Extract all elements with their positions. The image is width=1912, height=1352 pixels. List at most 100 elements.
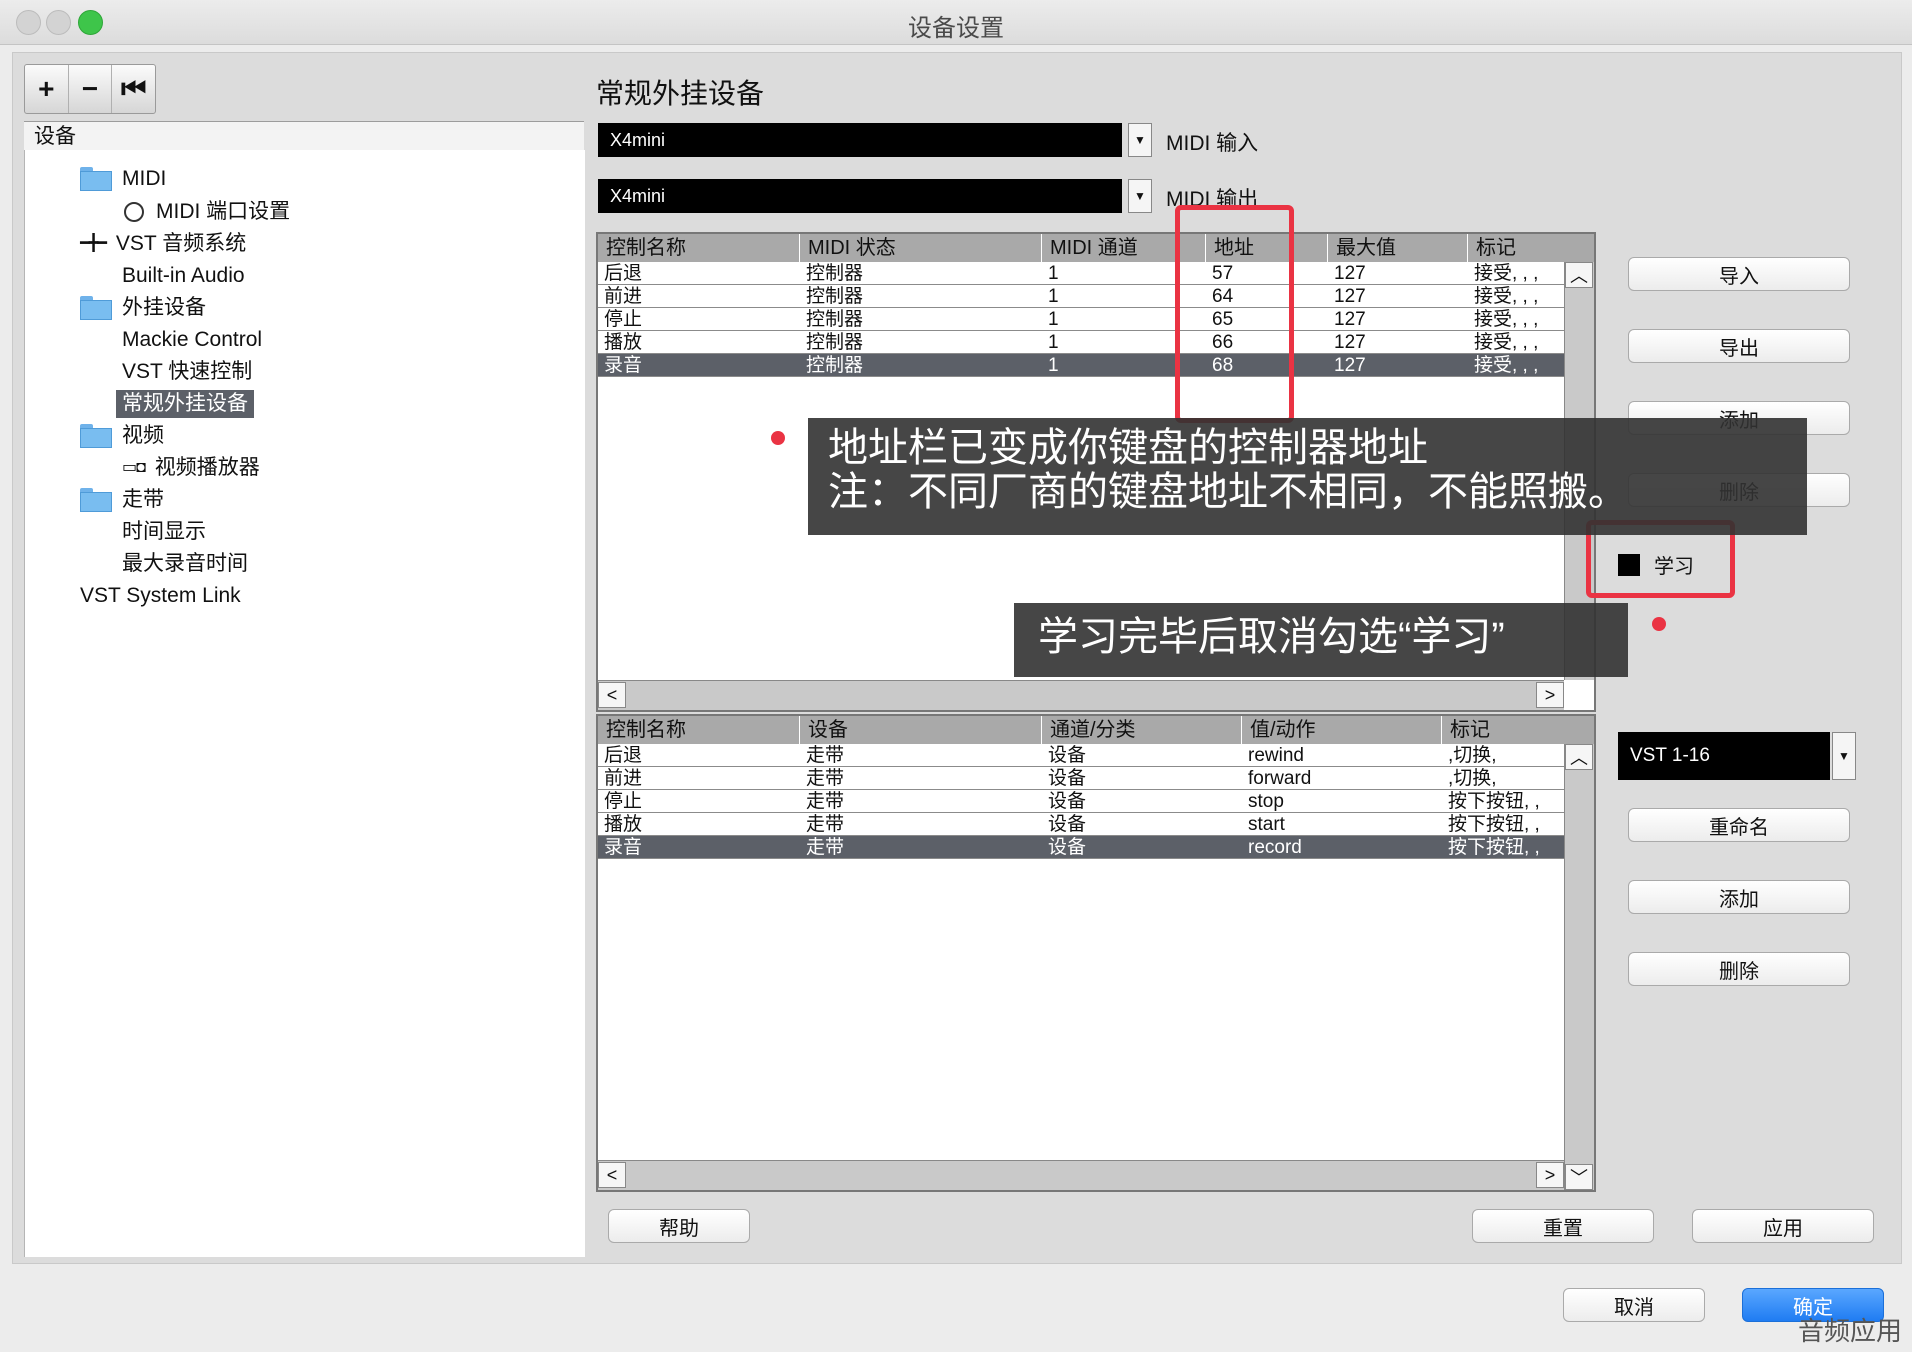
sidebar-item-generic-remote[interactable]: 常规外挂设备	[116, 390, 254, 418]
sidebar-item-vst-quick[interactable]: VST 快速控制	[122, 358, 252, 386]
cell: 127	[1334, 286, 1366, 307]
scroll-left-icon[interactable]: <	[598, 1162, 626, 1188]
watermark: 音频应用	[1797, 1316, 1902, 1346]
midi-input-label: MIDI 输入	[1166, 132, 1259, 155]
apply-button[interactable]: 应用	[1692, 1209, 1874, 1243]
cell: 控制器	[806, 263, 864, 284]
reset-button[interactable]: 重置	[1472, 1209, 1654, 1243]
table-row[interactable]: 播放 走带 设备 start 按下按钮, ,	[598, 813, 1566, 836]
column-header[interactable]: 标记	[1468, 234, 1568, 262]
sidebar-item-max-record[interactable]: 最大录音时间	[122, 550, 248, 578]
title-bar: 设备设置	[0, 0, 1912, 45]
cell: 设备	[1048, 745, 1087, 766]
sidebar-item-transport[interactable]: 走带	[80, 486, 164, 514]
column-header[interactable]: MIDI 状态	[800, 234, 1042, 262]
vst-bank-select[interactable]: VST 1-16	[1618, 732, 1830, 780]
scroll-up-icon[interactable]: ︿	[1565, 744, 1593, 770]
table-row[interactable]: 前进 控制器 1 64 127 接受, , ,	[598, 285, 1566, 308]
column-header[interactable]: 值/动作	[1242, 716, 1442, 744]
scroll-up-icon[interactable]: ︿	[1565, 262, 1593, 288]
folder-icon	[80, 296, 112, 320]
vertical-scrollbar[interactable]: ︿ ﹀	[1564, 744, 1594, 1190]
table-row[interactable]: 停止 走带 设备 stop 按下按钮, ,	[598, 790, 1566, 813]
horizontal-scrollbar[interactable]: < >	[598, 1160, 1564, 1190]
scroll-right-icon[interactable]: >	[1536, 1162, 1564, 1188]
column-header[interactable]: 最大值	[1328, 234, 1468, 262]
cell: 127	[1334, 355, 1366, 376]
cell: 控制器	[806, 286, 864, 307]
sidebar-item-vst-audio[interactable]: ━╋━ VST 音频系统	[80, 230, 246, 258]
table-row-selected[interactable]: 录音 控制器 1 68 127 接受, , ,	[598, 354, 1566, 377]
folder-icon	[80, 424, 112, 448]
scroll-left-icon[interactable]: <	[598, 682, 626, 708]
cell: 走带	[806, 837, 845, 858]
sidebar-item-video[interactable]: 视频	[80, 422, 164, 450]
sidebar-item-video-player[interactable]: ▭◘ 视频播放器	[122, 454, 260, 482]
column-header[interactable]: 通道/分类	[1042, 716, 1242, 744]
clock-icon	[124, 202, 144, 222]
cell: 接受, , ,	[1474, 309, 1539, 330]
sidebar-item-vst-link[interactable]: VST System Link	[80, 582, 241, 610]
cell: 前进	[604, 286, 643, 307]
callout-line-2: 注：不同厂商的键盘地址不相同，不能照搬。	[828, 470, 1628, 514]
midi-output-select[interactable]: X4mini	[598, 179, 1122, 213]
midi-output-dropdown-icon[interactable]: ▼	[1128, 179, 1152, 213]
column-header[interactable]: 控制名称	[598, 234, 800, 262]
import-button[interactable]: 导入	[1628, 257, 1850, 291]
cell: forward	[1248, 768, 1312, 789]
rename-button[interactable]: 重命名	[1628, 808, 1850, 842]
column-header[interactable]: 标记	[1442, 716, 1594, 744]
cell: record	[1248, 837, 1302, 858]
cell: 设备	[1048, 791, 1087, 812]
cell: 前进	[604, 768, 643, 789]
cell: 127	[1334, 263, 1366, 284]
table-row[interactable]: 停止 控制器 1 65 127 接受, , ,	[598, 308, 1566, 331]
cell: 按下按钮, ,	[1448, 814, 1540, 835]
midi-input-select[interactable]: X4mini	[598, 123, 1122, 157]
add-bank-button[interactable]: 添加	[1628, 880, 1850, 914]
sidebar-item-external-devices[interactable]: 外挂设备	[80, 294, 206, 322]
table-header: 控制名称 MIDI 状态 MIDI 通道 地址 最大值 标记	[598, 234, 1594, 262]
horizontal-scrollbar[interactable]: < >	[598, 680, 1564, 710]
table-row[interactable]: 后退 走带 设备 rewind ,切换,	[598, 744, 1566, 767]
sidebar-item-time-display[interactable]: 时间显示	[122, 518, 206, 546]
cell: 播放	[604, 814, 643, 835]
cell: 控制器	[806, 355, 864, 376]
table-header: 控制名称 设备 通道/分类 值/动作 标记	[598, 716, 1594, 744]
cell: ,切换,	[1448, 745, 1497, 766]
cell: ,切换,	[1448, 768, 1497, 789]
scroll-down-icon[interactable]: ﹀	[1565, 1164, 1593, 1190]
add-device-button[interactable]: +	[25, 65, 69, 113]
cell: 控制器	[806, 332, 864, 353]
sidebar-item-builtin-audio[interactable]: Built-in Audio	[122, 262, 245, 290]
callout-marker	[1652, 617, 1666, 631]
table-row[interactable]: 播放 控制器 1 66 127 接受, , ,	[598, 331, 1566, 354]
cell: 设备	[1048, 837, 1087, 858]
sidebar-item-mackie[interactable]: Mackie Control	[122, 326, 262, 354]
column-header[interactable]: 控制名称	[598, 716, 800, 744]
cell: 接受, , ,	[1474, 332, 1539, 353]
cell: 播放	[604, 332, 643, 353]
reset-device-button[interactable]: ⏮	[112, 65, 155, 113]
column-header[interactable]: 设备	[800, 716, 1042, 744]
vst-bank-dropdown-icon[interactable]: ▼	[1832, 732, 1856, 780]
cell: 接受, , ,	[1474, 263, 1539, 284]
sidebar-item-midi-port[interactable]: MIDI 端口设置	[124, 198, 290, 226]
table-row[interactable]: 后退 控制器 1 57 127 接受, , ,	[598, 262, 1566, 285]
table-row-selected[interactable]: 录音 走带 设备 record 按下按钮, ,	[598, 836, 1566, 859]
help-button[interactable]: 帮助	[608, 1209, 750, 1243]
cell: 接受, , ,	[1474, 286, 1539, 307]
cell: 停止	[604, 791, 643, 812]
sidebar-item-midi[interactable]: MIDI	[80, 165, 166, 193]
scroll-right-icon[interactable]: >	[1536, 682, 1564, 708]
cancel-button[interactable]: 取消	[1563, 1288, 1705, 1322]
delete-bank-button[interactable]: 删除	[1628, 952, 1850, 986]
cell: 按下按钮, ,	[1448, 791, 1540, 812]
midi-input-dropdown-icon[interactable]: ▼	[1128, 123, 1152, 157]
callout-marker	[771, 431, 785, 445]
callout-line-1: 地址栏已变成你键盘的控制器地址	[828, 426, 1428, 470]
table-row[interactable]: 前进 走带 设备 forward ,切换,	[598, 767, 1566, 790]
export-button[interactable]: 导出	[1628, 329, 1850, 363]
remove-device-button[interactable]: −	[69, 65, 113, 113]
action-mapping-table: 控制名称 设备 通道/分类 值/动作 标记 后退 走带 设备 rewind ,切…	[596, 714, 1596, 1192]
